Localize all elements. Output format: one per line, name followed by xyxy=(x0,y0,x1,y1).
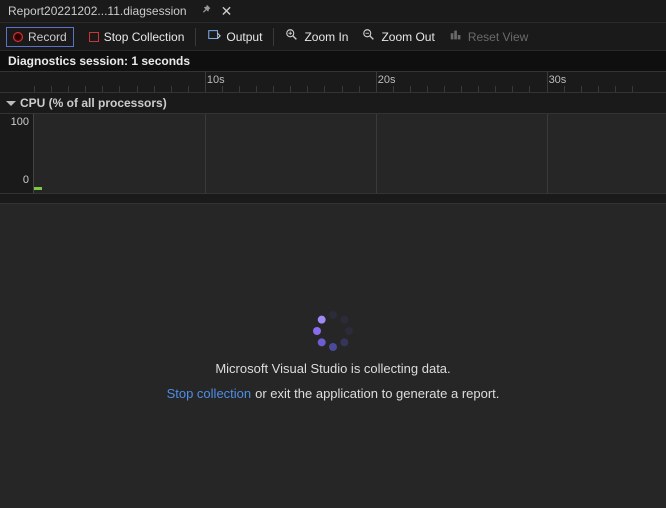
stop-icon xyxy=(89,32,99,42)
loading-spinner xyxy=(313,311,353,351)
y-tick-label: 0 xyxy=(23,174,29,186)
tab-bar: Report20221202...11.diagsession ✕ xyxy=(0,0,666,22)
spinner-dot xyxy=(313,327,321,335)
spinner-dot xyxy=(316,337,327,348)
chart-area[interactable] xyxy=(34,114,666,193)
close-icon[interactable]: ✕ xyxy=(221,3,233,20)
output-label: Output xyxy=(226,30,262,44)
stop-collection-button[interactable]: Stop Collection xyxy=(82,28,192,46)
spinner-dot xyxy=(329,311,337,319)
chevron-down-icon[interactable] xyxy=(6,101,16,106)
spinner-dot xyxy=(316,314,327,325)
spinner-dot xyxy=(345,327,353,335)
session-status: Diagnostics session: 1 seconds xyxy=(0,50,666,71)
zoom-out-label: Zoom Out xyxy=(381,30,434,44)
collecting-subtext-rest: or exit the application to generate a re… xyxy=(255,386,499,401)
collecting-subtext: Stop collection or exit the application … xyxy=(167,386,500,401)
tab-title: Report20221202...11.diagsession xyxy=(8,4,187,18)
stop-label: Stop Collection xyxy=(104,30,185,44)
reset-view-icon xyxy=(449,28,463,45)
zoom-in-icon xyxy=(285,28,299,45)
collecting-text: Microsoft Visual Studio is collecting da… xyxy=(215,361,450,376)
spinner-dot xyxy=(329,343,337,351)
collecting-panel: Microsoft Visual Studio is collecting da… xyxy=(0,204,666,508)
spinner-dot xyxy=(339,337,350,348)
cpu-chart: 0 100 xyxy=(0,114,666,194)
y-tick-label: 100 xyxy=(11,116,29,128)
record-icon xyxy=(13,32,23,42)
tick-label: 20s xyxy=(378,74,396,86)
cpu-header-label: CPU (% of all processors) xyxy=(20,96,167,110)
toolbar: Record Stop Collection Output Zoom In Zo… xyxy=(0,22,666,50)
y-axis: 0 100 xyxy=(0,114,34,193)
reset-view-button: Reset View xyxy=(442,26,535,47)
separator xyxy=(195,28,196,46)
zoom-in-button[interactable]: Zoom In xyxy=(278,26,355,47)
zoom-out-icon xyxy=(362,28,376,45)
reset-view-label: Reset View xyxy=(468,30,528,44)
cpu-section-header[interactable]: CPU (% of all processors) xyxy=(0,93,666,114)
output-icon xyxy=(207,28,221,45)
pin-icon[interactable] xyxy=(199,3,213,20)
record-label: Record xyxy=(28,30,67,44)
tick-label: 10s xyxy=(207,74,225,86)
zoom-in-label: Zoom In xyxy=(304,30,348,44)
document-tab[interactable]: Report20221202...11.diagsession ✕ xyxy=(2,0,238,22)
separator xyxy=(273,28,274,46)
timeline-ruler[interactable]: 10s 20s 30s xyxy=(0,71,666,93)
divider xyxy=(0,194,666,204)
zoom-out-button[interactable]: Zoom Out xyxy=(355,26,441,47)
cpu-data-line xyxy=(34,187,42,190)
output-button[interactable]: Output xyxy=(200,26,269,47)
record-button[interactable]: Record xyxy=(6,27,74,47)
spinner-dot xyxy=(339,314,350,325)
tick-label: 30s xyxy=(549,74,567,86)
stop-collection-link[interactable]: Stop collection xyxy=(167,386,252,401)
